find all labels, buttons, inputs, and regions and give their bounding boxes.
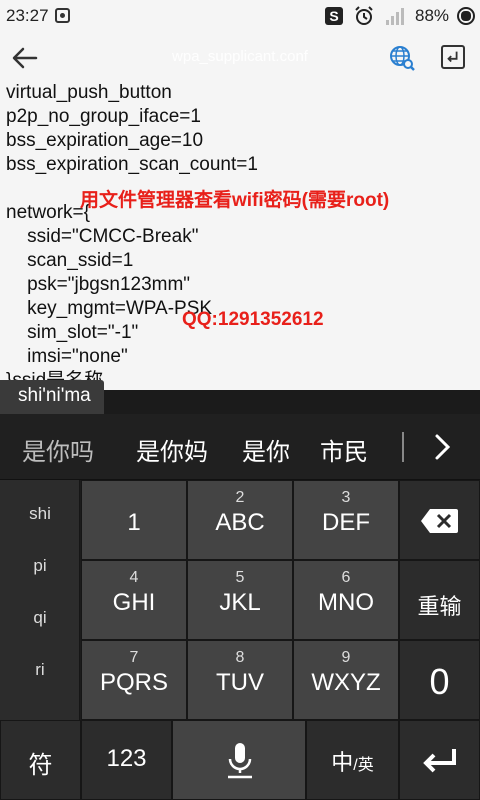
enter-button[interactable] [399, 720, 480, 800]
key-number: 6 [341, 569, 351, 586]
key-number: 3 [341, 489, 351, 506]
back-arrow-icon[interactable] [10, 44, 40, 72]
screenshot-icon [55, 8, 70, 23]
language-toggle-button[interactable]: 中/英 [306, 720, 399, 800]
battery-icon [457, 7, 475, 25]
symbol-button[interactable]: 符 [0, 720, 81, 800]
file-line: sim_slot="-1" [6, 322, 139, 343]
key-label: MNO [318, 589, 374, 616]
key-8-tuv[interactable]: 8 TUV [187, 640, 293, 720]
key-number: 2 [235, 489, 245, 506]
signal-icon [386, 8, 404, 25]
candidate-item[interactable]: 市民 [320, 432, 368, 467]
key-label: DEF [322, 509, 370, 536]
file-line: ssid="CMCC-Break" [6, 226, 199, 247]
overlay-caption: 用文件管理器查看wifi密码(需要root) [80, 190, 390, 211]
ime-keyboard: shi pi qi ri 1 2 ABC 3 DEF 4 GHI 5 JKL 6… [0, 480, 480, 800]
key-label: 123 [106, 745, 147, 772]
key-label: 符 [28, 752, 53, 779]
ime-candidate-bar: 是你吗 是你妈 是你 市民 [0, 414, 480, 480]
microphone-icon [228, 743, 252, 779]
candidate-item[interactable]: 是你妈 [136, 432, 208, 467]
key-label: GHI [112, 589, 156, 616]
key-label: 0 [429, 661, 450, 702]
file-line: virtual_push_button [6, 84, 172, 103]
key-label: TUV [216, 669, 264, 696]
file-line: network={ [6, 202, 90, 223]
backspace-icon [421, 509, 458, 533]
key-number: 8 [235, 649, 245, 666]
lang-en: /英 [353, 757, 374, 774]
pinyin-option[interactable]: ri [0, 660, 80, 680]
key-3-def[interactable]: 3 DEF [293, 480, 399, 560]
candidate-item[interactable]: 是你 [242, 432, 290, 467]
status-bar: 23:27 S 88% [0, 0, 480, 32]
key-2-abc[interactable]: 2 ABC [187, 480, 293, 560]
file-line: bss_expiration_scan_count=1 [6, 154, 258, 175]
file-line: psk="jbgsn123mm" [6, 274, 191, 295]
key-label: 重输 [417, 594, 462, 619]
key-label: JKL [219, 589, 261, 616]
key-9-wxyz[interactable]: 9 WXYZ [293, 640, 399, 720]
key-number: 9 [341, 649, 351, 666]
key-label: WXYZ [311, 669, 381, 696]
enter-arrow-icon [423, 749, 456, 773]
lang-zh: 中 [331, 750, 354, 775]
language-label: 中/英 [307, 745, 398, 777]
ime-composing-text: shi'ni'ma [0, 380, 104, 414]
alarm-icon [355, 6, 373, 25]
key-number: 7 [129, 649, 139, 666]
file-title: wpa_supplicant.conf [172, 48, 308, 65]
candidate-item[interactable]: 是你吗 [22, 432, 94, 467]
key-5-jkl[interactable]: 5 JKL [187, 560, 293, 640]
app-s-icon: S [325, 7, 343, 25]
file-line: scan_ssid=1 [6, 250, 134, 271]
status-time: 23:27 [6, 6, 49, 25]
reenter-button[interactable]: 重输 [399, 560, 480, 640]
key-label: ABC [215, 509, 265, 536]
file-line: bss_expiration_age=10 [6, 130, 204, 151]
app-bar: wpa_supplicant.conf [0, 32, 480, 84]
svg-text:S: S [329, 8, 338, 24]
enter-icon[interactable] [441, 45, 465, 69]
numeric-mode-button[interactable]: 123 [81, 720, 172, 800]
key-label: PQRS [99, 669, 168, 696]
pinyin-options-column[interactable]: shi pi qi ri [0, 480, 80, 720]
backspace-button[interactable] [399, 480, 480, 560]
key-4-ghi[interactable]: 4 GHI [81, 560, 187, 640]
key-number: 4 [129, 569, 139, 586]
file-line: p2p_no_group_iface=1 [6, 106, 201, 127]
key-label: 1 [127, 509, 141, 536]
chevron-right-icon[interactable] [416, 414, 480, 480]
file-line: imsi="none" [6, 346, 128, 367]
overlay-qq: QQ:1291352612 [182, 309, 324, 330]
file-content[interactable]: virtual_push_button p2p_no_group_iface=1… [0, 84, 480, 390]
key-1[interactable]: 1 [81, 480, 187, 560]
voice-input-button[interactable] [172, 720, 306, 800]
pinyin-option[interactable]: qi [0, 608, 80, 628]
key-0[interactable]: 0 [399, 640, 480, 720]
web-search-icon[interactable] [388, 44, 416, 72]
key-7-pqrs[interactable]: 7 PQRS [81, 640, 187, 720]
battery-percent: 88% [415, 6, 450, 25]
pinyin-option[interactable]: shi [0, 504, 80, 524]
pinyin-option[interactable]: pi [0, 556, 80, 576]
key-number: 5 [235, 569, 245, 586]
candidate-divider [402, 432, 404, 462]
key-6-mno[interactable]: 6 MNO [293, 560, 399, 640]
